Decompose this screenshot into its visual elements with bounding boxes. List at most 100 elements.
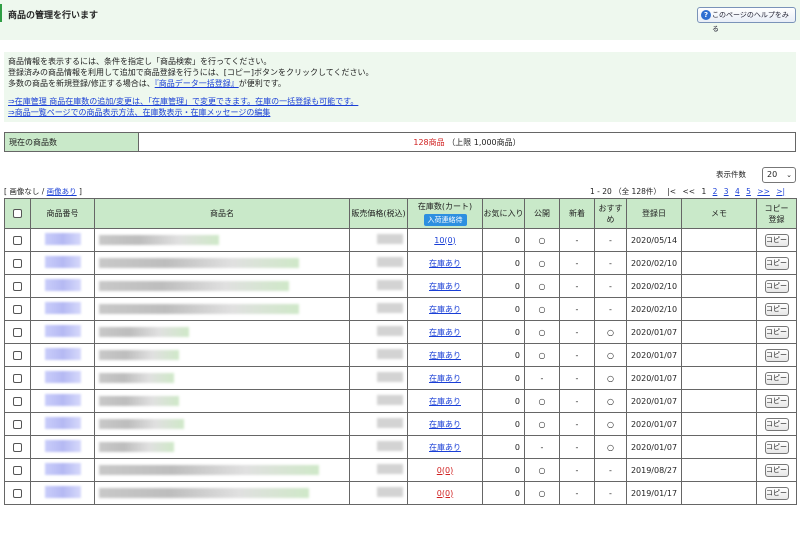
row-checkbox[interactable]	[13, 304, 22, 314]
stock-link[interactable]: 在庫あり	[429, 374, 461, 383]
recommend-cell: -	[594, 297, 627, 321]
copy-button[interactable]: コピー	[764, 348, 789, 362]
copy-button[interactable]: コピー	[764, 256, 789, 270]
row-select-cell	[4, 274, 31, 298]
stock-link[interactable]: 在庫あり	[429, 420, 461, 429]
stock-cell: 0(0)	[407, 458, 483, 482]
pager-page-2[interactable]: 2	[713, 187, 718, 196]
header-new: 新着	[559, 198, 595, 229]
table-row: 在庫あり 0 ○ - ○ 2020/01/07 コピー	[4, 412, 797, 436]
stock-link[interactable]: 0(0)	[437, 489, 453, 498]
stock-cell: 在庫あり	[407, 251, 483, 275]
copy-button[interactable]: コピー	[764, 233, 789, 247]
header-stock: 在庫数(カート) 入荷連絡待	[407, 198, 483, 229]
help-button[interactable]: ? このページのヘルプをみる	[697, 7, 796, 33]
row-checkbox[interactable]	[13, 419, 22, 429]
copy-button[interactable]: コピー	[764, 486, 789, 500]
public-cell: ○	[524, 274, 560, 298]
pager-first[interactable]: |<	[667, 187, 676, 196]
new-cell: -	[559, 228, 595, 252]
product-count-label: 現在の商品数	[5, 133, 139, 151]
pager-page-4[interactable]: 4	[735, 187, 740, 196]
row-checkbox[interactable]	[13, 488, 22, 498]
row-checkbox[interactable]	[13, 281, 22, 291]
stock-link[interactable]: 在庫あり	[429, 305, 461, 314]
product-name-cell	[94, 458, 350, 482]
row-select-cell	[4, 228, 31, 252]
header-price: 販売価格(税込)	[349, 198, 408, 229]
product-name-cell	[94, 274, 350, 298]
stock-link[interactable]: 在庫あり	[429, 351, 461, 360]
copy-button[interactable]: コピー	[764, 394, 789, 408]
product-name-cell	[94, 366, 350, 390]
image-toggle-bracket-open: [	[4, 187, 7, 196]
favorite-cell: 0	[482, 435, 525, 459]
memo-cell	[681, 458, 757, 482]
copy-button[interactable]: コピー	[764, 463, 789, 477]
bulk-register-link[interactable]: 『商品データ一括登録』	[155, 79, 239, 88]
row-checkbox[interactable]	[13, 350, 22, 360]
product-id-redacted	[44, 463, 81, 475]
favorite-cell: 0	[482, 366, 525, 390]
row-checkbox[interactable]	[13, 442, 22, 452]
stock-link[interactable]: 10(0)	[434, 236, 456, 245]
image-toggle-with[interactable]: 画像あり	[47, 187, 77, 196]
pager-page-5[interactable]: 5	[746, 187, 751, 196]
product-table: 商品番号 商品名 販売価格(税込) 在庫数(カート) 入荷連絡待 お気に入り 公…	[4, 198, 797, 505]
new-cell: -	[559, 320, 595, 344]
row-checkbox[interactable]	[13, 258, 22, 268]
pager-last[interactable]: >|	[776, 187, 785, 196]
copy-button[interactable]: コピー	[764, 302, 789, 316]
row-checkbox[interactable]	[13, 327, 22, 337]
recommend-cell: ○	[594, 435, 627, 459]
header-copy: コピー 登録	[756, 198, 797, 229]
row-checkbox[interactable]	[13, 235, 22, 245]
recommend-cell: -	[594, 458, 627, 482]
row-select-cell	[4, 320, 31, 344]
stock-link[interactable]: 在庫あり	[429, 443, 461, 452]
display-count-select[interactable]: 20 ⌄	[762, 167, 796, 183]
header-memo: メモ	[681, 198, 757, 229]
copy-button[interactable]: コピー	[764, 440, 789, 454]
arrival-wait-button[interactable]: 入荷連絡待	[423, 214, 467, 226]
product-id-cell	[30, 274, 95, 298]
favorite-cell: 0	[482, 297, 525, 321]
date-cell: 2020/01/07	[626, 389, 682, 413]
new-cell: -	[559, 297, 595, 321]
product-name-cell	[94, 297, 350, 321]
table-row: 在庫あり 0- - ○ 2020/01/07 コピー	[4, 366, 797, 390]
row-select-cell	[4, 343, 31, 367]
stock-link[interactable]: 0(0)	[437, 466, 453, 475]
favorite-cell: 0	[482, 274, 525, 298]
copy-cell: コピー	[756, 343, 797, 367]
table-row: 0(0) 0 ○ - -2019/01/17 コピー	[4, 481, 797, 505]
display-settings-link[interactable]: ⇒商品一覧ページでの商品表示方法、在庫数表示・在庫メッセージの編集	[8, 108, 270, 117]
copy-button[interactable]: コピー	[764, 371, 789, 385]
copy-button[interactable]: コピー	[764, 325, 789, 339]
stock-link[interactable]: 在庫あり	[429, 259, 461, 268]
copy-cell: コピー	[756, 366, 797, 390]
row-checkbox[interactable]	[13, 373, 22, 383]
pager-prev[interactable]: <<	[682, 187, 695, 196]
row-select-cell	[4, 481, 31, 505]
stock-cell: 在庫あり	[407, 366, 483, 390]
copy-button[interactable]: コピー	[764, 279, 789, 293]
copy-button[interactable]: コピー	[764, 417, 789, 431]
stock-link[interactable]: 在庫あり	[429, 282, 461, 291]
stock-management-link[interactable]: ⇒在庫管理 商品在庫数の追加/変更は、「在庫管理」で変更できます。在庫の一括登録…	[8, 97, 358, 106]
product-id-redacted	[44, 279, 81, 291]
favorite-cell: 0	[482, 412, 525, 436]
row-checkbox[interactable]	[13, 465, 22, 475]
product-name-cell	[94, 343, 350, 367]
header-date: 登録日	[626, 198, 682, 229]
favorite-cell: 0	[482, 228, 525, 252]
row-checkbox[interactable]	[13, 396, 22, 406]
public-cell: ○	[524, 343, 560, 367]
table-row: 0(0) 0 ○ - -2019/08/27 コピー	[4, 458, 797, 482]
pager-next[interactable]: >>	[757, 187, 770, 196]
stock-link[interactable]: 在庫あり	[429, 328, 461, 337]
stock-cell: 在庫あり	[407, 412, 483, 436]
pager-page-3[interactable]: 3	[724, 187, 729, 196]
stock-link[interactable]: 在庫あり	[429, 397, 461, 406]
select-all-checkbox[interactable]	[13, 209, 22, 218]
